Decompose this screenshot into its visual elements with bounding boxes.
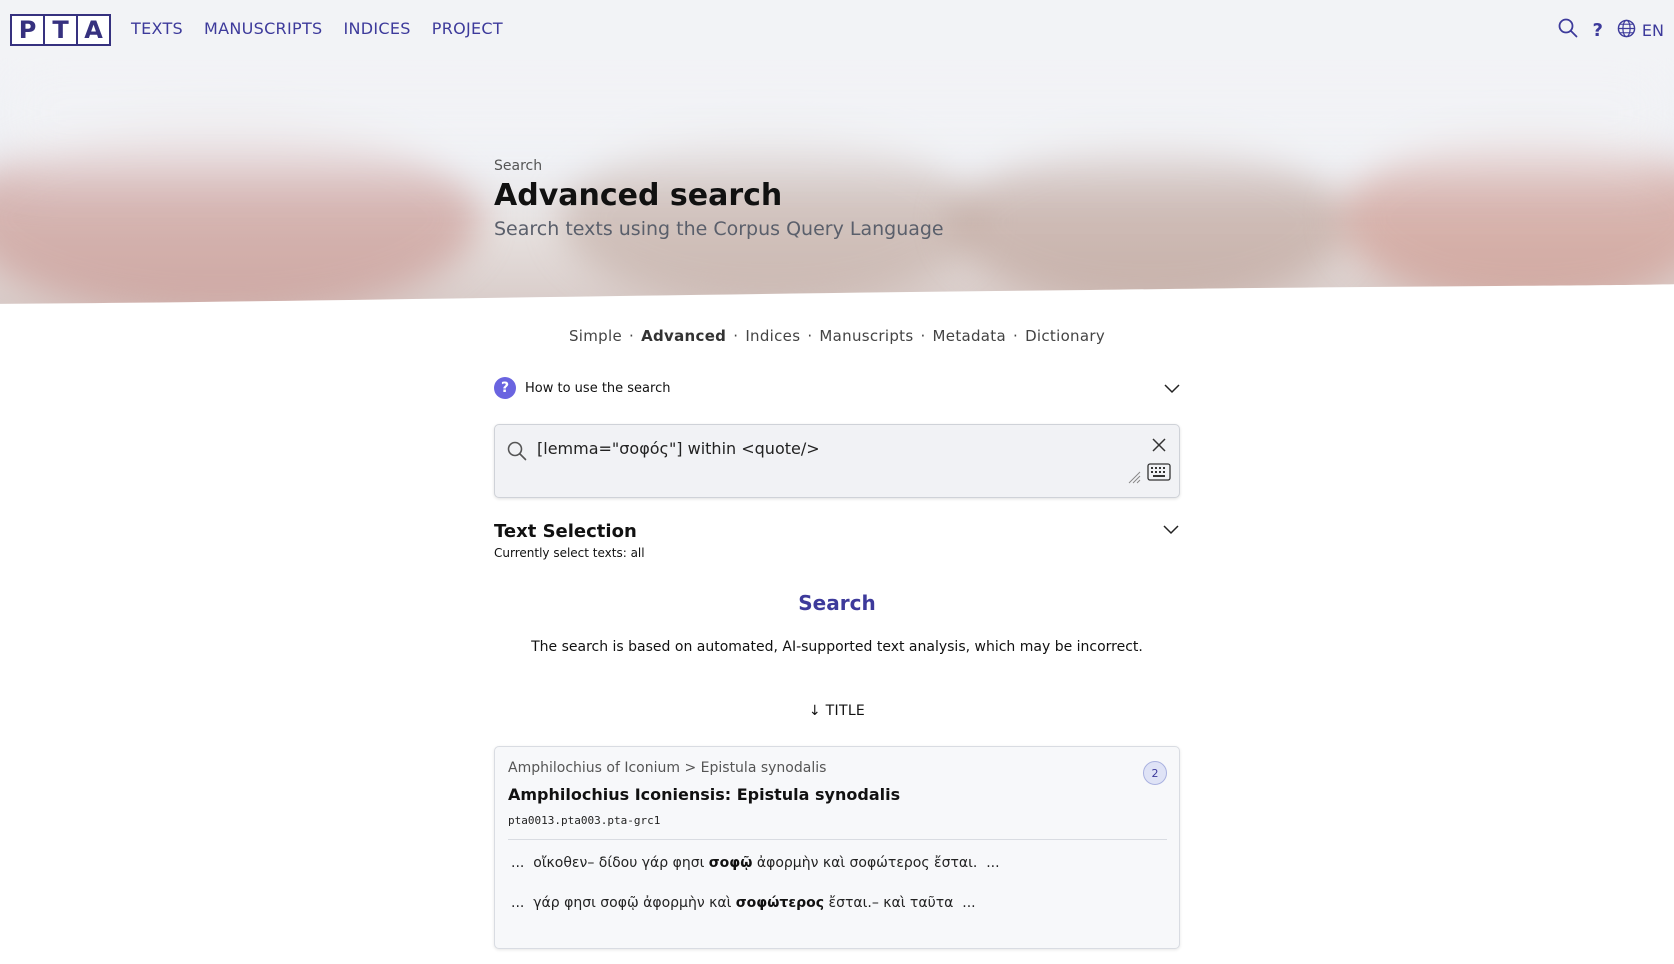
page-title: Advanced search — [494, 178, 783, 213]
sort-by-title[interactable]: ↓ TITLE — [809, 703, 865, 719]
query-text[interactable]: [lemma="σοφός"] within <quote/> — [537, 439, 820, 458]
search-icon[interactable] — [1558, 18, 1578, 42]
resize-handle-icon[interactable] — [1127, 469, 1141, 488]
pta-logo[interactable]: P T A — [10, 14, 111, 46]
cql-query-input[interactable]: [lemma="σοφός"] within <quote/> — [494, 424, 1180, 498]
language-label: EN — [1641, 20, 1664, 40]
kwic-hit: σοφώτερος — [735, 895, 825, 911]
question-icon: ? — [494, 377, 516, 399]
hero-banner: Search Advanced search Search texts usin… — [0, 58, 1674, 308]
result-author[interactable]: Amphilochius of Iconium — [508, 760, 680, 776]
keyboard-icon[interactable] — [1147, 463, 1171, 485]
header-tools: ? EN — [1558, 18, 1664, 42]
kwic-hit: σοφῷ — [708, 855, 753, 871]
tab-dictionary[interactable]: Dictionary — [1025, 327, 1105, 345]
main-nav: TEXTS MANUSCRIPTS INDICES PROJECT — [131, 19, 503, 38]
search-type-nav: Simple · Advanced · Indices · Manuscripts · Meta… — [568, 327, 1105, 345]
how-to-use-accordion[interactable]: ? How to use the search — [494, 376, 1180, 400]
tab-indices[interactable]: Indices — [745, 327, 800, 345]
tab-advanced[interactable]: Advanced — [641, 327, 726, 345]
hero-bottom-edge — [0, 284, 1674, 308]
divider — [508, 839, 1167, 840]
chevron-down-icon[interactable] — [1164, 379, 1180, 398]
nav-indices[interactable]: INDICES — [343, 19, 410, 38]
nav-manuscripts[interactable]: MANUSCRIPTS — [204, 19, 322, 38]
result-breadcrumb: Amphilochius of Iconium > Epistula synod… — [508, 760, 827, 776]
globe-icon — [1617, 19, 1636, 42]
hit-count-badge: 2 — [1143, 761, 1167, 785]
text-selection-title[interactable]: Text Selection — [494, 521, 637, 542]
logo-letter-t: T — [45, 16, 78, 44]
how-to-label: How to use the search — [525, 380, 671, 396]
result-card[interactable]: Amphilochius of Iconium > Epistula synod… — [494, 746, 1180, 949]
chevron-down-icon[interactable] — [1163, 520, 1179, 539]
text-selection-summary: Currently select texts: all — [494, 546, 645, 560]
breadcrumb[interactable]: Search — [494, 158, 542, 174]
search-icon — [507, 441, 527, 465]
nav-texts[interactable]: TEXTS — [131, 19, 183, 38]
page-subtitle: Search texts using the Corpus Query Lang… — [494, 218, 944, 240]
search-button[interactable]: Search — [0, 591, 1674, 615]
kwic-line[interactable]: ... οἴκοθεν– δίδου γάρ φησι σοφῷ ἀφορμὴν… — [511, 855, 1000, 871]
close-icon[interactable] — [1151, 437, 1167, 457]
language-selector[interactable]: EN — [1617, 19, 1664, 42]
result-urn: pta0013.pta003.pta-grc1 — [508, 814, 661, 827]
result-title[interactable]: Amphilochius Iconiensis: Epistula synoda… — [508, 785, 900, 804]
help-button[interactable]: ? — [1592, 20, 1602, 41]
result-work[interactable]: Epistula synodalis — [701, 760, 827, 776]
kwic-line[interactable]: ... γάρ φησι σοφῷ ἀφορμὴν καὶ σοφώτερος … — [511, 895, 976, 911]
ai-disclaimer: The search is based on automated, AI-sup… — [531, 639, 1143, 655]
tab-metadata[interactable]: Metadata — [933, 327, 1006, 345]
logo-letter-p: P — [12, 16, 45, 44]
sort-toggle: ↓ TITLE — [0, 703, 1674, 719]
tab-simple[interactable]: Simple — [569, 327, 622, 345]
nav-project[interactable]: PROJECT — [432, 19, 503, 38]
logo-letter-a: A — [84, 16, 103, 44]
tab-manuscripts[interactable]: Manuscripts — [819, 327, 913, 345]
top-navigation-bar: P T A TEXTS MANUSCRIPTS INDICES PROJECT … — [0, 0, 1674, 58]
